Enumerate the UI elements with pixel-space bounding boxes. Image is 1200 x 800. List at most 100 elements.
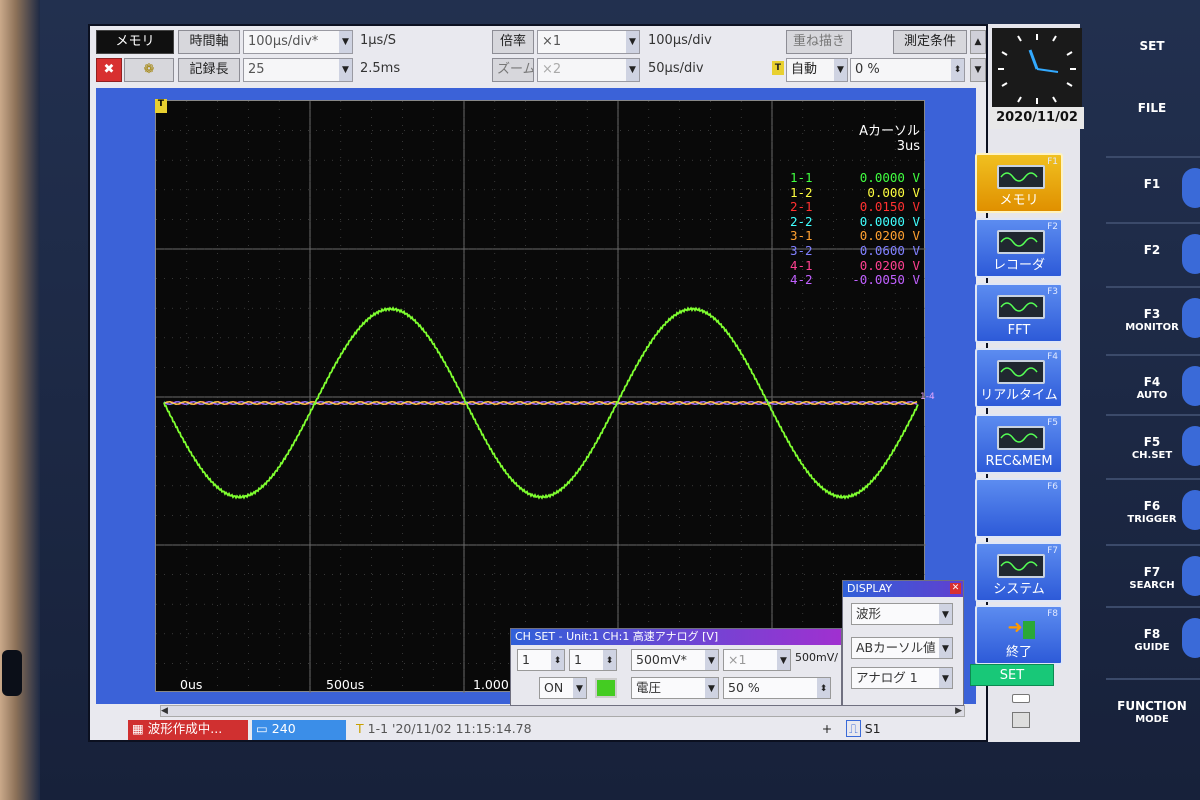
function-key-label: FFT	[1007, 323, 1031, 338]
chevron-down-icon: ▼	[939, 604, 952, 624]
add-icon[interactable]: +	[812, 720, 838, 740]
sample-rate: 1μs/S	[360, 33, 396, 48]
function-key-number: F4	[1047, 352, 1058, 362]
hardware-button[interactable]	[1182, 426, 1200, 466]
status-s-text: S1	[864, 721, 881, 736]
hardware-key-label: F3	[1143, 307, 1161, 321]
hardware-button[interactable]	[1182, 618, 1200, 658]
mode-select[interactable]: 電圧 ▼	[631, 677, 719, 699]
overlay-button[interactable]: 重ね描き	[786, 30, 852, 54]
readout-channel: 2-1	[790, 199, 813, 215]
close-icon[interactable]: ✖	[96, 58, 122, 82]
set-button[interactable]: SET	[970, 664, 1054, 686]
magnification-button[interactable]: 倍率	[492, 30, 534, 54]
channel-stepper[interactable]: 1 ⬍	[569, 649, 617, 671]
function-key-number: F8	[1047, 609, 1058, 619]
unit-stepper[interactable]: 1 ⬍	[517, 649, 565, 671]
zoom-div: 50μs/div	[648, 61, 704, 76]
function-key-f1[interactable]: F1 メモリ	[975, 153, 1063, 213]
key-divider	[1106, 286, 1200, 288]
magnification-select[interactable]: ×1 ▼	[537, 30, 640, 54]
clock-icon	[998, 34, 1076, 104]
range-value: 500mV*	[636, 652, 687, 667]
spinner-icon: ⬍	[603, 650, 616, 670]
recmem-icon	[997, 426, 1045, 450]
storage-icon[interactable]	[1012, 712, 1030, 728]
zoom-button[interactable]: ズーム	[492, 58, 534, 82]
eject-icon[interactable]	[1012, 694, 1030, 703]
hardware-key-label: F5	[1143, 435, 1161, 449]
hardware-key-label: F4	[1143, 375, 1161, 389]
hardware-button[interactable]	[1182, 490, 1200, 530]
position-value: 50 %	[728, 680, 760, 695]
display-item3-select[interactable]: アナログ 1 ▼	[851, 667, 953, 689]
key-divider	[1106, 678, 1200, 680]
marker-label: 1-4	[920, 392, 935, 402]
hardware-button[interactable]	[1182, 556, 1200, 596]
scroll-right-icon[interactable]: ▶	[955, 706, 962, 716]
display-item3: アナログ 1	[856, 670, 918, 685]
scroll-down-icon[interactable]: ▼	[970, 58, 986, 82]
key-divider	[1106, 606, 1200, 608]
cursor-info: Aカーソル 3us	[845, 124, 920, 154]
time-axis-button[interactable]: 時間軸	[178, 30, 240, 54]
ch-set-dialog: CH SET - Unit:1 CH:1 高速アナログ [V] 1 ⬍ 1 ⬍ 50…	[510, 628, 842, 706]
time-axis-select[interactable]: 100μs/div* ▼	[243, 30, 353, 54]
hardware-key-set[interactable]: SET	[1104, 40, 1200, 53]
function-key-f6[interactable]: F6	[975, 478, 1063, 538]
pretrigger-field[interactable]: 0 % ⬍	[850, 58, 965, 82]
magnified-div: 100μs/div	[648, 33, 712, 48]
function-key-f2[interactable]: F2 レコーダ	[975, 218, 1063, 278]
readout-value: 0.0200 V	[859, 257, 920, 273]
status-message-text: 波形作成中...	[147, 721, 223, 736]
hardware-key-label: FILE	[1137, 101, 1167, 115]
close-icon[interactable]: ✕	[950, 583, 961, 594]
clock-date: 2020/11/02	[990, 107, 1084, 129]
measurement-conditions-button[interactable]: 測定条件	[893, 30, 967, 54]
settings-gear-icon[interactable]: ❁	[124, 58, 174, 82]
function-key-f4[interactable]: F4 リアルタイム	[975, 348, 1063, 408]
function-key-f7[interactable]: F7 システム	[975, 542, 1063, 602]
waveform-status-icon: ▦	[132, 721, 144, 736]
scroll-left-icon[interactable]: ◀	[161, 706, 168, 716]
hardware-button[interactable]	[1182, 366, 1200, 406]
position-field[interactable]: 50 % ⬍	[723, 677, 831, 699]
hardware-key-label: F1	[1143, 177, 1161, 191]
scroll-up-icon[interactable]: ▲	[970, 30, 986, 54]
display-dialog: DISPLAY ✕ 波形 ▼ ABカーソル値 ▼ アナログ 1 ▼	[842, 580, 964, 706]
display-item1: 波形	[856, 606, 882, 621]
function-key-f8[interactable]: F8 ➜ 終了	[975, 605, 1063, 665]
hardware-button[interactable]	[1182, 298, 1200, 338]
key-divider	[1106, 222, 1200, 224]
rotary-knob[interactable]	[2, 650, 22, 696]
onoff-select[interactable]: ON ▼	[539, 677, 587, 699]
chevron-down-icon: ▼	[573, 678, 586, 698]
trigger-mode-select[interactable]: 自動 ▼	[786, 58, 848, 82]
mode-value: 電圧	[636, 680, 662, 695]
hardware-button[interactable]	[1182, 234, 1200, 274]
hardware-key-file[interactable]: FILE	[1104, 102, 1200, 115]
record-length-button[interactable]: 記録長	[178, 58, 240, 82]
key-divider	[1106, 544, 1200, 546]
readout-value: -0.0050 V	[852, 272, 920, 288]
readout-channel: 1-2	[790, 184, 813, 200]
function-key-f5[interactable]: F5 REC&MEM	[975, 414, 1063, 474]
recorder-icon	[997, 230, 1045, 254]
range-select[interactable]: 500mV* ▼	[631, 649, 719, 671]
record-length-select[interactable]: 25 ▼	[243, 58, 353, 82]
mult-select[interactable]: ×1 ▼	[723, 649, 791, 671]
status-file-info: T 1-1 '20/11/02 11:15:14.78	[352, 720, 632, 740]
hardware-button[interactable]	[1182, 168, 1200, 208]
hardware-key-function[interactable]: FUNCTION MODE	[1104, 700, 1200, 726]
display-item1-select[interactable]: 波形 ▼	[851, 603, 953, 625]
function-key-number: F7	[1047, 546, 1058, 556]
status-message: ▦ 波形作成中...	[128, 720, 248, 740]
function-key-f3[interactable]: F3 FFT	[975, 283, 1063, 343]
zoom-select[interactable]: ×2 ▼	[537, 58, 640, 82]
horizontal-scrollbar[interactable]: ◀ ▶	[160, 705, 965, 717]
channel-color-swatch[interactable]	[595, 678, 617, 698]
fft-icon	[997, 295, 1045, 319]
pretrigger-value: 0 %	[855, 62, 880, 77]
display-item2-select[interactable]: ABカーソル値 ▼	[851, 637, 953, 659]
chevron-down-icon: ▼	[626, 59, 639, 81]
